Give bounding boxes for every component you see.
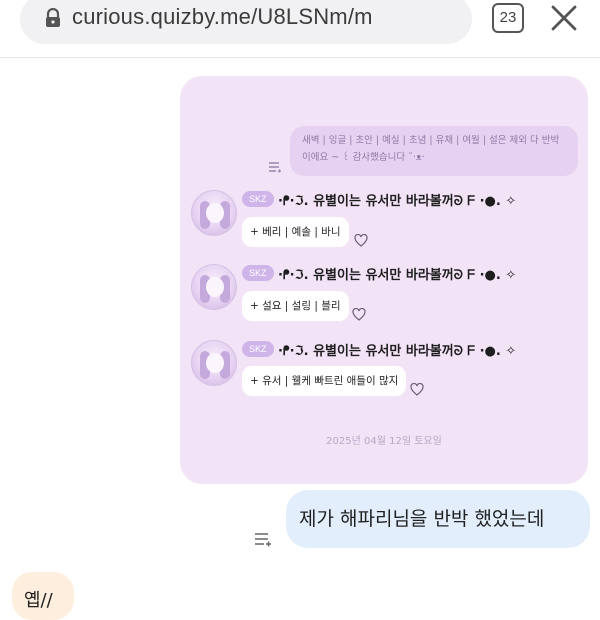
reply-pill: + 설요 | 설링 | 블리 (242, 291, 349, 321)
their-message-bubble[interactable]: 옙// (12, 572, 74, 620)
heart-icon (352, 308, 366, 321)
avatar (191, 264, 237, 310)
nickname: ·ᖰ·ℑ. 유별이는 유서만 바라볼꺼ᘐ ᖴ ·●. ✧ (278, 344, 517, 359)
badge: SKZ (242, 341, 274, 357)
heart-icon (410, 383, 424, 396)
reply-pill: + 유서 | 웰케 빠트린 애들이 많지 (242, 366, 407, 396)
nickname: ·ᖰ·ℑ. 유별이는 유서만 바라볼꺼ᘐ ᖴ ·●. ✧ (278, 268, 517, 283)
menu-icon[interactable] (254, 531, 272, 547)
reply-pill: + 베리 | 예솔 | 바니 (242, 217, 349, 247)
url-text: curious.quizby.me/U8LSNm/m (72, 4, 373, 29)
avatar (191, 190, 237, 236)
divider (0, 57, 600, 58)
my-message-bubble[interactable]: 제가 해파리님을 반박 했었는데 (286, 490, 590, 548)
browser-toolbar: curious.quizby.me/U8LSNm/m 23 (0, 0, 600, 58)
tab-switcher-button[interactable]: 23 (492, 3, 524, 33)
badge: SKZ (242, 265, 274, 281)
lock-icon (46, 8, 60, 27)
address-bar[interactable]: curious.quizby.me/U8LSNm/m (20, 0, 472, 44)
close-icon[interactable] (548, 2, 580, 34)
avatar (191, 340, 237, 386)
inner-message-bubble: 새벽 | 잉글 | 초안 | 예실 | 초념 | 유채 | 여월 | 설은 제외… (290, 126, 578, 176)
menu-icon (269, 162, 281, 173)
nickname: ·ᖰ·ℑ. 유별이는 유서만 바라볼꺼ᘐ ᖴ ·●. ✧ (278, 194, 517, 209)
badge: SKZ (242, 191, 274, 207)
date-stamp: 2025년 04월 12일 토요일 (326, 436, 442, 447)
attached-image[interactable]: 새벽 | 잉글 | 초안 | 예실 | 초념 | 유채 | 여월 | 설은 제외… (180, 76, 588, 484)
heart-icon (354, 234, 368, 247)
